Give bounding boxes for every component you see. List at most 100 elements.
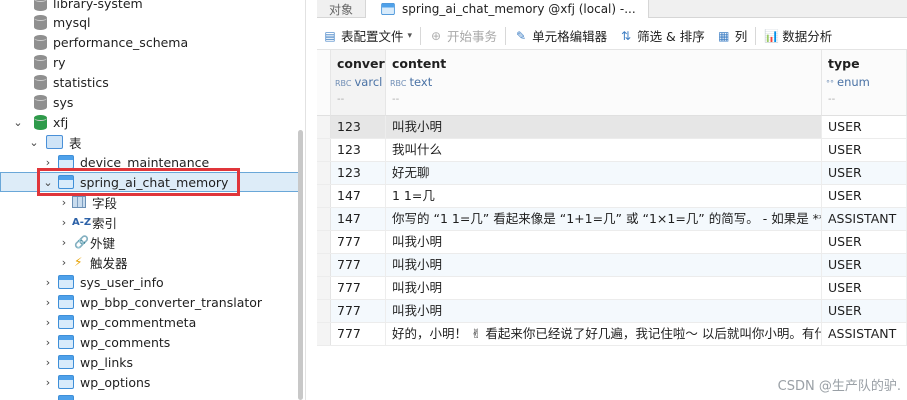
cell-content[interactable]: 好无聊 [386, 162, 822, 184]
cell-content[interactable]: 叫我小明 [386, 254, 822, 276]
tab-objects[interactable]: 对象 [317, 0, 365, 18]
tree-item-sys-user-info[interactable]: › sys_user_info [0, 272, 300, 292]
chevron-right-icon[interactable]: › [42, 356, 54, 369]
table-row[interactable]: 123 我叫什么 USER [317, 139, 907, 162]
database-icon [34, 94, 47, 110]
row-gutter[interactable] [317, 185, 331, 207]
cell-conversation-id[interactable]: 777 [331, 323, 386, 345]
navigator-scrollbar[interactable] [298, 130, 303, 400]
row-gutter[interactable] [317, 116, 331, 138]
tree-item-triggers[interactable]: › ⚡ 触发器 [0, 252, 300, 272]
table-row[interactable]: 147 1 1=几 USER [317, 185, 907, 208]
cell-conversation-id[interactable]: 777 [331, 231, 386, 253]
edit-icon: ✎ [516, 28, 527, 43]
chevron-right-icon[interactable]: › [42, 276, 54, 289]
cell-conversation-id[interactable]: 147 [331, 208, 386, 230]
cell-editor-button[interactable]: ✎ 单元格编辑器 [508, 24, 613, 48]
cell-type[interactable]: USER [822, 231, 907, 253]
column-header-conversation-id[interactable]: conver RBC varcl -- [331, 50, 386, 116]
cell-conversation-id[interactable]: 123 [331, 162, 386, 184]
cell-content[interactable]: 叫我小明 [386, 116, 822, 138]
tree-item-tables-folder[interactable]: ⌄ 表 [0, 132, 300, 152]
chevron-right-icon[interactable]: › [42, 316, 54, 329]
cell-content[interactable]: 你写的 “1 1=几” 看起来像是 “1+1=几” 或 “1×1=几” 的简写。… [386, 208, 822, 230]
cell-conversation-id[interactable]: 147 [331, 185, 386, 207]
tree-item-indexes[interactable]: › A-Z 索引 [0, 212, 300, 232]
tree-item-label: 触发器 [90, 255, 128, 271]
cell-content[interactable]: 叫我小明 [386, 277, 822, 299]
row-gutter[interactable] [317, 162, 331, 184]
chevron-right-icon[interactable]: › [42, 296, 54, 309]
cell-conversation-id[interactable]: 123 [331, 116, 386, 138]
row-gutter[interactable] [317, 300, 331, 322]
table-row[interactable]: 777 好的，小明！ ✌ 看起来你已经说了好几遍，我记住啦～ 以后就叫你小明。有… [317, 323, 907, 346]
tree-item-statistics[interactable]: statistics [0, 72, 300, 92]
tree-item-label: library-system [53, 0, 143, 11]
row-gutter[interactable] [317, 323, 331, 345]
tree-item-mysql[interactable]: mysql [0, 12, 300, 32]
begin-transaction-button[interactable]: ⊕ 开始事务 [423, 24, 503, 48]
tree-item-wp-bbp-converter-translator[interactable]: › wp_bbp_converter_translator [0, 292, 300, 312]
row-gutter[interactable] [317, 208, 331, 230]
cell-content[interactable]: 好的，小明！ ✌ 看起来你已经说了好几遍，我记住啦～ 以后就叫你小明。有什 [386, 323, 822, 345]
cell-type[interactable]: USER [822, 116, 907, 138]
columns-button[interactable]: ▦ 列 [711, 24, 754, 48]
cell-content[interactable]: 我叫什么 [386, 139, 822, 161]
cell-content[interactable]: 1 1=几 [386, 185, 822, 207]
tree-item-performance-schema[interactable]: performance_schema [0, 32, 300, 52]
tree-item-label: statistics [53, 74, 109, 90]
column-header-type[interactable]: type °° enum -- [822, 50, 907, 116]
table-row[interactable]: 123 叫我小明 USER [317, 116, 907, 139]
cell-content[interactable]: 叫我小明 [386, 231, 822, 253]
cell-type[interactable]: USER [822, 300, 907, 322]
table-row[interactable]: 777 叫我小明 USER [317, 300, 907, 323]
chevron-right-icon[interactable]: › [42, 396, 54, 400]
cell-conversation-id[interactable]: 777 [331, 277, 386, 299]
table-row[interactable]: 147 你写的 “1 1=几” 看起来像是 “1+1=几” 或 “1×1=几” … [317, 208, 907, 231]
tab-spring-ai-chat-memory[interactable]: spring_ai_chat_memory @xfj (local) -... [365, 0, 649, 18]
tree-item-foreign-keys[interactable]: › 🔗 外键 [0, 232, 300, 252]
chevron-right-icon[interactable]: › [58, 216, 70, 229]
cell-type[interactable]: USER [822, 254, 907, 276]
row-gutter[interactable] [317, 231, 331, 253]
cell-type[interactable]: USER [822, 162, 907, 184]
tree-item-wp-comments[interactable]: › wp_comments [0, 332, 300, 352]
tree-item-ry[interactable]: ry [0, 52, 300, 72]
cell-conversation-id[interactable]: 777 [331, 254, 386, 276]
database-icon [34, 0, 47, 11]
cell-content[interactable]: 叫我小明 [386, 300, 822, 322]
cell-type[interactable]: USER [822, 185, 907, 207]
chevron-right-icon[interactable]: › [42, 156, 54, 169]
cell-type[interactable]: USER [822, 277, 907, 299]
table-row[interactable]: 777 叫我小明 USER [317, 231, 907, 254]
button-label: 表配置文件 [341, 29, 404, 44]
tree-item-xfj[interactable]: ⌄ xfj [0, 112, 300, 132]
chevron-down-icon[interactable]: ⌄ [12, 116, 24, 129]
chevron-right-icon[interactable]: › [42, 376, 54, 389]
tree-item-next-partial[interactable]: › [0, 392, 300, 400]
row-gutter[interactable] [317, 254, 331, 276]
table-row[interactable]: 123 好无聊 USER [317, 162, 907, 185]
cell-type[interactable]: ASSISTANT [822, 208, 907, 230]
cell-conversation-id[interactable]: 777 [331, 300, 386, 322]
chevron-right-icon[interactable]: › [42, 336, 54, 349]
tree-item-wp-options[interactable]: › wp_options [0, 372, 300, 392]
chevron-down-icon[interactable]: ⌄ [28, 136, 40, 149]
table-row[interactable]: 777 叫我小明 USER [317, 254, 907, 277]
cell-conversation-id[interactable]: 123 [331, 139, 386, 161]
table-row[interactable]: 777 叫我小明 USER [317, 277, 907, 300]
chevron-right-icon[interactable]: › [58, 236, 70, 249]
cell-type[interactable]: USER [822, 139, 907, 161]
table-config-button[interactable]: ▤ 表配置文件 ▾ [317, 24, 418, 48]
data-analysis-button[interactable]: 📊 数据分析 [758, 24, 838, 48]
tree-item-wp-links[interactable]: › wp_links [0, 352, 300, 372]
tree-item-wp-commentmeta[interactable]: › wp_commentmeta [0, 312, 300, 332]
row-gutter[interactable] [317, 277, 331, 299]
chevron-right-icon[interactable]: › [58, 256, 70, 269]
column-header-content[interactable]: content RBC text -- [386, 50, 822, 116]
chevron-right-icon[interactable]: › [58, 196, 70, 209]
filter-sort-button[interactable]: ⇅ 筛选 & 排序 [613, 24, 711, 48]
row-gutter[interactable] [317, 139, 331, 161]
cell-type[interactable]: ASSISTANT [822, 323, 907, 345]
tree-item-sys[interactable]: sys [0, 92, 300, 112]
